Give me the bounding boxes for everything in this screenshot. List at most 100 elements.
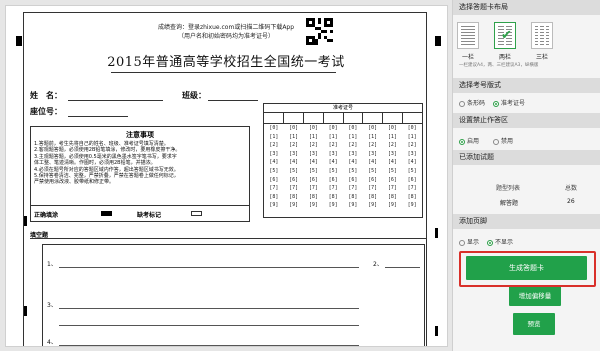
name-label: 姓 名： [30,91,62,100]
notice-text: 1.答题前，考生先将自己的姓名、班级、准考证号填写清楚。 2.客观题答题，必须使… [34,141,181,186]
exam-digit-bubble: [8] [269,193,279,200]
exam-number-column: [0] [1] [2] [3] [4] [5] [6] [7] [8] [9] [402,124,422,210]
exam-digit-bubble: [4] [368,159,378,166]
question-3-line-2 [59,325,359,326]
layout-two-column-label: 两栏 [499,54,512,61]
question-4-number: 4、 [47,339,57,346]
layout-three-column-option[interactable] [531,22,553,49]
exam-number-column: [0] [1] [2] [3] [4] [5] [6] [7] [8] [9] [383,124,403,210]
exam-digit-bubble: [8] [328,193,338,200]
exam-digit-bubble: [6] [328,176,338,183]
exam-digit-bubble: [3] [387,150,397,157]
exam-number-column: [0] [1] [2] [3] [4] [5] [6] [7] [8] [9] [264,124,284,210]
exam-digit-bubble: [0] [407,125,417,131]
exam-digit-bubble: [4] [407,159,417,166]
settings-panel: 选择答题卡布局 ✔ 一栏 两栏 三栏 一栏建议A4，两、三栏建议A3，纵横版 选… [452,0,600,351]
exam-digit-bubble: [7] [387,185,397,192]
exam-number-column: [0] [1] [2] [3] [4] [5] [6] [7] [8] [9] [363,124,383,210]
exam-digit-bubble: [8] [289,193,299,200]
radio-forbid-disable-circle [493,138,499,145]
exam-digit-bubble: [4] [289,159,299,166]
question-1-line [59,267,359,268]
row-question-count: 26 [567,198,575,205]
layout-two-column-option[interactable]: ✔ [494,22,516,49]
exam-digit-bubble: [9] [348,202,358,209]
missing-mark-label: 缺考标记 [137,212,162,219]
exam-number-bubbles: [0] [1] [2] [3] [4] [5] [6] [7] [8] [9] [0] [1] [2][… [264,124,422,210]
exam-digit-bubble: [4] [269,159,279,166]
exam-digit-bubble: [0] [348,125,358,131]
position-mark-right-1 [435,36,441,46]
added-questions-section-header: 已添加试题 [453,150,600,165]
exam-digit-bubble: [2] [387,142,397,149]
exam-digit-bubble: [9] [387,202,397,209]
exam-digit-bubble: [0] [308,125,318,131]
exam-digit-bubble: [4] [387,159,397,166]
radio-barcode-circle [459,100,465,107]
radio-exam-number[interactable]: 准考证号 [493,98,525,107]
radio-forbid-enable[interactable]: 启用 [459,136,479,145]
highlight-frame [459,251,596,287]
class-label: 班级： [182,91,206,100]
answer-sheet-preview: 成绩查询：登录zhixue.com或扫描二维码下载App （用户名和初始密码均为… [5,5,448,347]
radio-footer-show[interactable]: 显示 [459,237,479,246]
notice-box: 注意事项 1.答题前，考生先将自己的姓名、班级、准考证号填写清楚。 2.客观题答… [30,126,250,206]
exam-digit-bubble: [0] [387,125,397,131]
footer-section-header: 添加页脚 [453,214,600,229]
layout-paper-hint: 一栏建议A4，两、三栏建议A3，纵横版 [459,63,539,68]
exam-digit-bubble: [0] [269,125,279,131]
exam-digit-bubble: [1] [387,133,397,140]
exam-digit-bubble: [3] [407,150,417,157]
exam-code-section-header: 选择考号版式 [453,78,600,93]
radio-exam-number-circle [493,100,499,107]
exam-digit-bubble: [3] [269,150,279,157]
exam-digit-bubble: [3] [328,150,338,157]
exam-digit-bubble: [1] [308,133,318,140]
position-mark-right-2 [435,228,438,238]
exam-digit-bubble: [1] [348,133,358,140]
radio-footer-hide[interactable]: 不显示 [487,237,513,246]
row-question-type: 解答题 [500,200,519,207]
layout-three-column-label: 三栏 [536,54,549,61]
exam-digit-bubble: [9] [368,202,378,209]
layout-one-column-option[interactable] [457,22,479,49]
exam-digit-bubble: [5] [348,167,358,174]
exam-number-column: [0] [1] [2] [3] [4] [5] [6] [7] [8] [9] [323,124,343,210]
exam-digit-bubble: [8] [407,193,417,200]
exam-digit-bubble: [0] [328,125,338,131]
fill-answer-area: 1、 2、 3、 4、 [42,244,425,346]
score-query-instruction: 成绩查询：登录zhixue.com或扫描二维码下载App （用户名和初始密码均为… [157,24,295,40]
exam-digit-bubble: [1] [368,133,378,140]
exam-digit-bubble: [8] [387,193,397,200]
exam-digit-bubble: [6] [387,176,397,183]
exam-digit-bubble: [8] [348,193,358,200]
name-line [68,100,163,101]
question-3-line [59,308,359,309]
add-offset-button[interactable]: 增加偏移量 [509,286,561,306]
radio-barcode[interactable]: 条形码 [459,98,485,107]
seat-label: 座位号： [30,107,62,116]
exam-digit-bubble: [9] [308,202,318,209]
preview-button[interactable]: 预览 [513,313,555,335]
position-mark-mid-left [24,216,27,226]
exam-digit-bubble: [6] [407,176,417,183]
table-row[interactable]: 解答题 26 [453,196,600,208]
radio-forbid-disable[interactable]: 禁用 [493,136,513,145]
position-mark-right-3 [435,326,438,336]
title-underline [111,72,336,73]
exam-digit-bubble: [5] [328,167,338,174]
exam-number-write-cells [264,113,422,124]
correct-fill-label: 正确填涂 [34,212,59,219]
exam-digit-bubble: [2] [368,142,378,149]
exam-digit-bubble: [8] [308,193,318,200]
exam-digit-bubble: [1] [328,133,338,140]
exam-digit-bubble: [3] [308,150,318,157]
exam-digit-bubble: [9] [289,202,299,209]
exam-digit-bubble: [0] [368,125,378,131]
exam-digit-bubble: [6] [308,176,318,183]
exam-digit-bubble: [4] [328,159,338,166]
exam-digit-bubble: [1] [269,133,279,140]
exam-number-grid: 准考证号 [0] [1] [2] [3] [4] [5] [6] [7] [8] [9] [0] [1… [263,103,423,218]
exam-digit-bubble: [2] [269,142,279,149]
exam-digit-bubble: [9] [269,202,279,209]
